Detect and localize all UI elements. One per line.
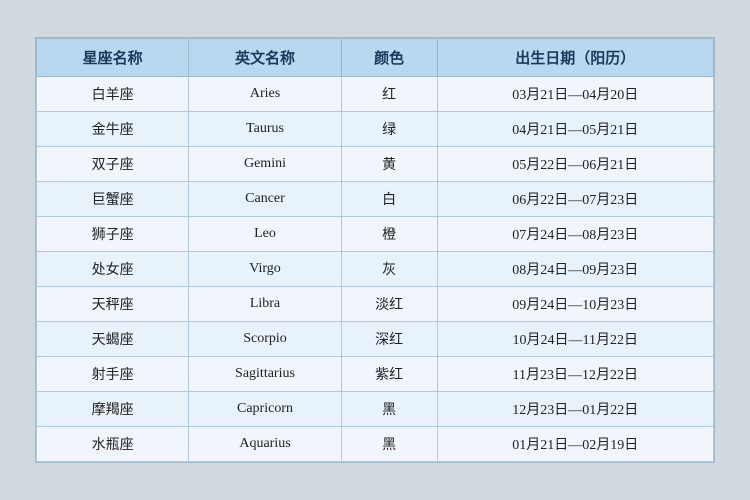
- cell-dates: 07月24日—08月23日: [437, 217, 713, 252]
- cell-dates: 04月21日—05月21日: [437, 112, 713, 147]
- header-dates: 出生日期（阳历）: [437, 39, 713, 77]
- cell-color: 红: [341, 77, 437, 112]
- cell-english-name: Capricorn: [189, 392, 341, 427]
- cell-dates: 05月22日—06月21日: [437, 147, 713, 182]
- cell-chinese-name: 处女座: [37, 252, 189, 287]
- cell-english-name: Gemini: [189, 147, 341, 182]
- cell-chinese-name: 白羊座: [37, 77, 189, 112]
- cell-english-name: Cancer: [189, 182, 341, 217]
- cell-english-name: Leo: [189, 217, 341, 252]
- cell-dates: 12月23日—01月22日: [437, 392, 713, 427]
- cell-english-name: Sagittarius: [189, 357, 341, 392]
- table-row: 巨蟹座Cancer白06月22日—07月23日: [37, 182, 714, 217]
- table-row: 白羊座Aries红03月21日—04月20日: [37, 77, 714, 112]
- cell-color: 黄: [341, 147, 437, 182]
- cell-english-name: Aquarius: [189, 427, 341, 462]
- cell-color: 淡红: [341, 287, 437, 322]
- cell-chinese-name: 狮子座: [37, 217, 189, 252]
- cell-english-name: Aries: [189, 77, 341, 112]
- cell-chinese-name: 双子座: [37, 147, 189, 182]
- cell-english-name: Libra: [189, 287, 341, 322]
- cell-color: 黑: [341, 427, 437, 462]
- cell-chinese-name: 摩羯座: [37, 392, 189, 427]
- cell-color: 白: [341, 182, 437, 217]
- cell-color: 紫红: [341, 357, 437, 392]
- cell-color: 黑: [341, 392, 437, 427]
- cell-dates: 06月22日—07月23日: [437, 182, 713, 217]
- table-row: 水瓶座Aquarius黑01月21日—02月19日: [37, 427, 714, 462]
- table-row: 天蝎座Scorpio深红10月24日—11月22日: [37, 322, 714, 357]
- table-row: 双子座Gemini黄05月22日—06月21日: [37, 147, 714, 182]
- cell-color: 灰: [341, 252, 437, 287]
- cell-color: 深红: [341, 322, 437, 357]
- cell-dates: 08月24日—09月23日: [437, 252, 713, 287]
- cell-chinese-name: 水瓶座: [37, 427, 189, 462]
- cell-english-name: Taurus: [189, 112, 341, 147]
- cell-chinese-name: 天秤座: [37, 287, 189, 322]
- cell-chinese-name: 巨蟹座: [37, 182, 189, 217]
- cell-dates: 03月21日—04月20日: [437, 77, 713, 112]
- table-row: 处女座Virgo灰08月24日—09月23日: [37, 252, 714, 287]
- cell-dates: 10月24日—11月22日: [437, 322, 713, 357]
- table-row: 摩羯座Capricorn黑12月23日—01月22日: [37, 392, 714, 427]
- cell-english-name: Virgo: [189, 252, 341, 287]
- table-body: 白羊座Aries红03月21日—04月20日金牛座Taurus绿04月21日—0…: [37, 77, 714, 462]
- cell-chinese-name: 射手座: [37, 357, 189, 392]
- cell-color: 橙: [341, 217, 437, 252]
- cell-color: 绿: [341, 112, 437, 147]
- cell-dates: 01月21日—02月19日: [437, 427, 713, 462]
- cell-dates: 09月24日—10月23日: [437, 287, 713, 322]
- table-row: 天秤座Libra淡红09月24日—10月23日: [37, 287, 714, 322]
- header-english-name: 英文名称: [189, 39, 341, 77]
- table-header-row: 星座名称 英文名称 颜色 出生日期（阳历）: [37, 39, 714, 77]
- header-color: 颜色: [341, 39, 437, 77]
- cell-english-name: Scorpio: [189, 322, 341, 357]
- zodiac-table: 星座名称 英文名称 颜色 出生日期（阳历） 白羊座Aries红03月21日—04…: [36, 38, 714, 462]
- table-row: 金牛座Taurus绿04月21日—05月21日: [37, 112, 714, 147]
- cell-dates: 11月23日—12月22日: [437, 357, 713, 392]
- table-row: 射手座Sagittarius紫红11月23日—12月22日: [37, 357, 714, 392]
- header-chinese-name: 星座名称: [37, 39, 189, 77]
- cell-chinese-name: 天蝎座: [37, 322, 189, 357]
- table-row: 狮子座Leo橙07月24日—08月23日: [37, 217, 714, 252]
- cell-chinese-name: 金牛座: [37, 112, 189, 147]
- zodiac-table-container: 星座名称 英文名称 颜色 出生日期（阳历） 白羊座Aries红03月21日—04…: [35, 37, 715, 463]
